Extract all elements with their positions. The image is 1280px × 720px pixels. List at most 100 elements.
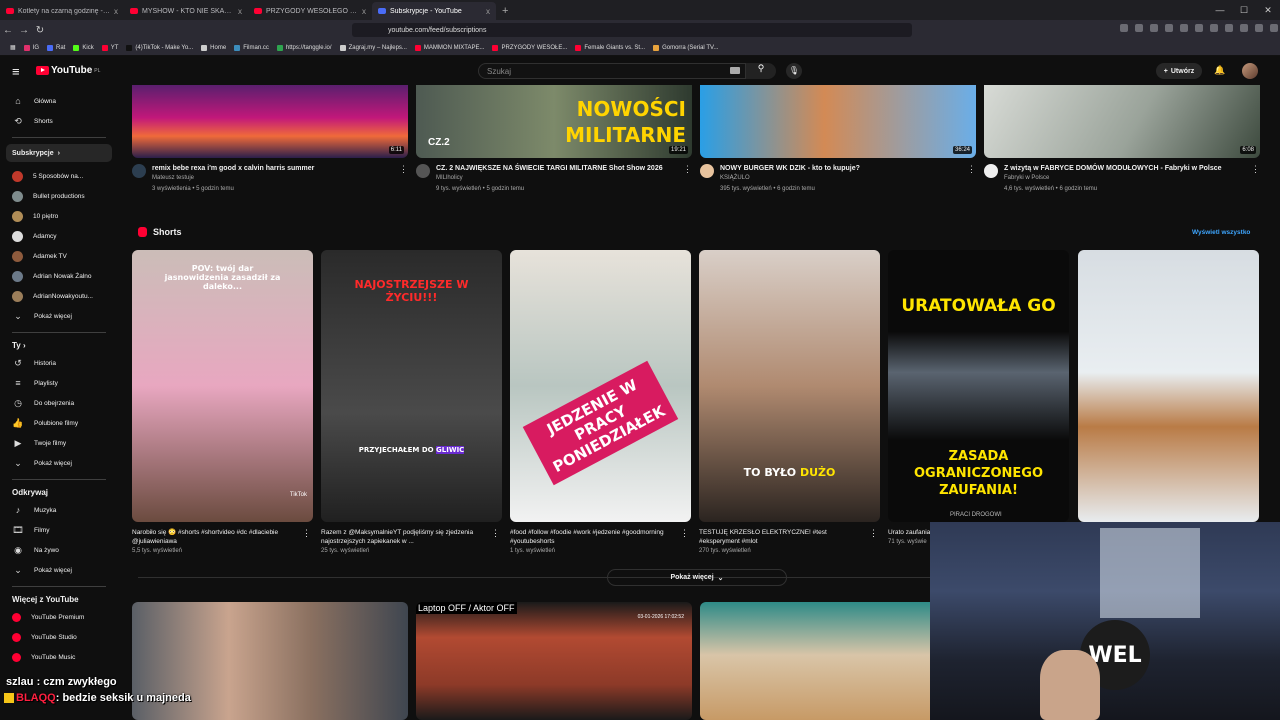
- sidebar-show-more[interactable]: ⌄ Pokaż więcej: [0, 453, 118, 473]
- sidebar-item-home[interactable]: ⌂ Główna: [0, 91, 118, 111]
- video-card[interactable]: 36:24 NOWY BURGER WK DZIK - kto to kupuj…: [700, 85, 976, 195]
- bookmark[interactable]: Rat: [47, 44, 65, 51]
- short-title[interactable]: TESTUJĘ KRZESŁO ELEKTRYCZNE! #test #eksp…: [699, 528, 880, 546]
- browser-tab[interactable]: Kotlety na czarną godzinę - mogą st x: [0, 2, 124, 20]
- short-title[interactable]: #food #follow #foodie #work #jedzenie #g…: [510, 528, 691, 546]
- keyboard-icon[interactable]: [730, 67, 740, 74]
- new-tab-button[interactable]: +: [496, 5, 514, 20]
- bookmark[interactable]: Home: [201, 44, 226, 51]
- tab-close-icon[interactable]: x: [362, 7, 366, 16]
- show-more-button[interactable]: Pokaż więcej ⌄: [607, 569, 787, 586]
- video-card[interactable]: 6:11 remix bebe rexa i'm good x calvin h…: [132, 85, 408, 195]
- channel-name[interactable]: MILlholicy: [436, 173, 677, 184]
- back-icon[interactable]: ←: [0, 25, 16, 36]
- video-thumbnail[interactable]: Laptop OFF / Aktor OFF 03-01-2026 17:02:5…: [416, 602, 692, 720]
- bookmark[interactable]: Zagraj.my – Najleps...: [339, 44, 407, 51]
- close-window-icon[interactable]: ✕: [1256, 5, 1280, 16]
- bookmark[interactable]: Filman.cc: [234, 44, 269, 51]
- short-thumbnail[interactable]: NAJOSTRZEJSZE W ŻYCIU!!! PRZYJECHAŁEM DO …: [321, 250, 502, 522]
- video-card[interactable]: 6:08 Z wizytą w FABRYCE DOMÓW MODUŁOWYCH…: [984, 85, 1260, 195]
- channel-name[interactable]: Mateusz testuje: [152, 173, 393, 184]
- extension-icon[interactable]: [1210, 24, 1218, 32]
- channel-avatar[interactable]: [416, 164, 430, 178]
- sidebar-subscriptions-header[interactable]: Subskrypcje ›: [6, 144, 112, 162]
- channel-avatar[interactable]: [700, 164, 714, 178]
- bookmark[interactable]: YT: [101, 44, 118, 51]
- video-thumbnail[interactable]: CZ.2 NOWOŚCI MILITARNE 19:21: [416, 85, 692, 158]
- sidebar-item-movies[interactable]: 🎞 Filmy: [0, 520, 118, 540]
- view-all-link[interactable]: Wyświetl wszystko: [1192, 229, 1250, 236]
- video-title[interactable]: CZ. 2 NAJWIĘKSZE NA ŚWIECIE TARGI MILITA…: [436, 164, 677, 173]
- bookmark[interactable]: https://tanggle.io/: [276, 44, 332, 51]
- sidebar-channel[interactable]: Adamek TV: [0, 246, 118, 266]
- short-thumbnail[interactable]: JEDZENIE W PRACY PONIEDZIAŁEK: [510, 250, 691, 522]
- extension-icon[interactable]: [1180, 24, 1188, 32]
- short-title[interactable]: Razem z @MaksymalnieYT podjęliśmy się zj…: [321, 528, 502, 546]
- short-card[interactable]: POV: twój dar jasnowidzenia zasadził za …: [132, 250, 313, 554]
- tab-close-icon[interactable]: x: [114, 7, 118, 16]
- bookmark[interactable]: Gomorra (Serial TV...: [653, 44, 718, 51]
- browser-tab-active[interactable]: Subskrypcje - YouTube x: [372, 2, 496, 20]
- short-card[interactable]: NAJOSTRZEJSZE W ŻYCIU!!! PRZYJECHAŁEM DO …: [321, 250, 502, 554]
- notifications-bell-icon[interactable]: 🔔: [1214, 65, 1225, 76]
- url-field[interactable]: youtube.com/feed/subscriptions: [352, 23, 912, 37]
- sidebar-channel[interactable]: Adamcy: [0, 226, 118, 246]
- channel-avatar[interactable]: [132, 164, 146, 178]
- create-button[interactable]: + Utwórz: [1156, 63, 1202, 79]
- hamburger-menu-icon[interactable]: ≡: [12, 64, 20, 79]
- bookmark[interactable]: Kick: [73, 44, 94, 51]
- extension-icon[interactable]: [1195, 24, 1203, 32]
- more-options-icon[interactable]: ⋮: [683, 164, 692, 195]
- sidebar-item-music-app[interactable]: YouTube Music: [0, 647, 118, 667]
- video-thumbnail[interactable]: 36:24: [700, 85, 976, 158]
- more-options-icon[interactable]: ⋮: [869, 528, 878, 539]
- sidebar-show-more[interactable]: ⌄ Pokaż więcej: [0, 306, 118, 326]
- sidebar-item-your-videos[interactable]: ▶ Twoje filmy: [0, 433, 118, 453]
- extension-icon[interactable]: [1150, 24, 1158, 32]
- extension-icon[interactable]: [1270, 24, 1278, 32]
- short-thumbnail[interactable]: URATOWAŁA GO ZASADA OGRANICZONEGO ZAUFANI…: [888, 250, 1069, 522]
- short-title[interactable]: Narobiło się 😳 #shorts #shortvideo #dc #…: [132, 528, 313, 546]
- tab-close-icon[interactable]: x: [238, 7, 242, 16]
- more-options-icon[interactable]: ⋮: [1251, 164, 1260, 195]
- extension-icon[interactable]: [1135, 24, 1143, 32]
- sidebar-item-studio[interactable]: YouTube Studio: [0, 627, 118, 647]
- extension-icon[interactable]: [1120, 24, 1128, 32]
- video-title[interactable]: remix bebe rexa i'm good x calvin harris…: [152, 164, 393, 173]
- sidebar-item-shorts[interactable]: ⟲ Shorts: [0, 111, 118, 131]
- sidebar-item-playlists[interactable]: ≡ Playlisty: [0, 373, 118, 393]
- video-title[interactable]: NOWY BURGER WK DZIK - kto to kupuje?: [720, 164, 961, 173]
- more-options-icon[interactable]: ⋮: [302, 528, 311, 539]
- bookmark[interactable]: MAMMON MIXTAPE...: [414, 44, 484, 51]
- video-card[interactable]: CZ.2 NOWOŚCI MILITARNE 19:21 CZ. 2 NAJWI…: [416, 85, 692, 195]
- channel-name[interactable]: KSIĄŻULO: [720, 173, 961, 184]
- short-thumbnail[interactable]: POV: twój dar jasnowidzenia zasadził za …: [132, 250, 313, 522]
- sidebar-channel[interactable]: AdrianNowakyoutu...: [0, 286, 118, 306]
- sidebar-you-header[interactable]: Ty ›: [0, 339, 118, 353]
- sidebar-channel[interactable]: Bullet productions: [0, 186, 118, 206]
- sidebar-item-liked[interactable]: 👍 Polubione filmy: [0, 413, 118, 433]
- channel-avatar[interactable]: [984, 164, 998, 178]
- short-card[interactable]: TO BYŁO DUŻO TESTUJĘ KRZESŁO ELEKTRYCZNE…: [699, 250, 880, 554]
- short-card[interactable]: URATOWAŁA GO ZASADA OGRANICZONEGO ZAUFANI…: [888, 250, 1069, 545]
- bookmark[interactable]: PRZYGODY WESOŁE...: [492, 44, 567, 51]
- bookmark[interactable]: IG: [23, 44, 39, 51]
- browser-tab[interactable]: MYSHOW - KTO NIE SKACZE TEN Z x: [124, 2, 248, 20]
- sidebar-item-music[interactable]: ♪ Muzyka: [0, 500, 118, 520]
- short-card[interactable]: [1078, 250, 1259, 522]
- video-thumbnail[interactable]: 6:08: [984, 85, 1260, 158]
- account-avatar[interactable]: [1242, 63, 1258, 79]
- sidebar-item-premium[interactable]: YouTube Premium: [0, 607, 118, 627]
- sidebar-channel[interactable]: Adrian Nowak Żalno: [0, 266, 118, 286]
- short-thumbnail[interactable]: TO BYŁO DUŻO: [699, 250, 880, 522]
- reload-icon[interactable]: ↻: [32, 25, 48, 36]
- browser-tab[interactable]: PRZYGODY WESOŁEGO MAZURA wi x: [248, 2, 372, 20]
- maximize-icon[interactable]: ☐: [1232, 5, 1256, 16]
- extension-icon[interactable]: [1165, 24, 1173, 32]
- search-button[interactable]: ⚲: [746, 63, 776, 79]
- tab-close-icon[interactable]: x: [486, 7, 490, 16]
- short-card[interactable]: JEDZENIE W PRACY PONIEDZIAŁEK #food #fol…: [510, 250, 691, 554]
- sidebar-item-live[interactable]: ◉ Na żywo: [0, 540, 118, 560]
- video-thumbnail[interactable]: 6:11: [132, 85, 408, 158]
- extension-icon[interactable]: [1255, 24, 1263, 32]
